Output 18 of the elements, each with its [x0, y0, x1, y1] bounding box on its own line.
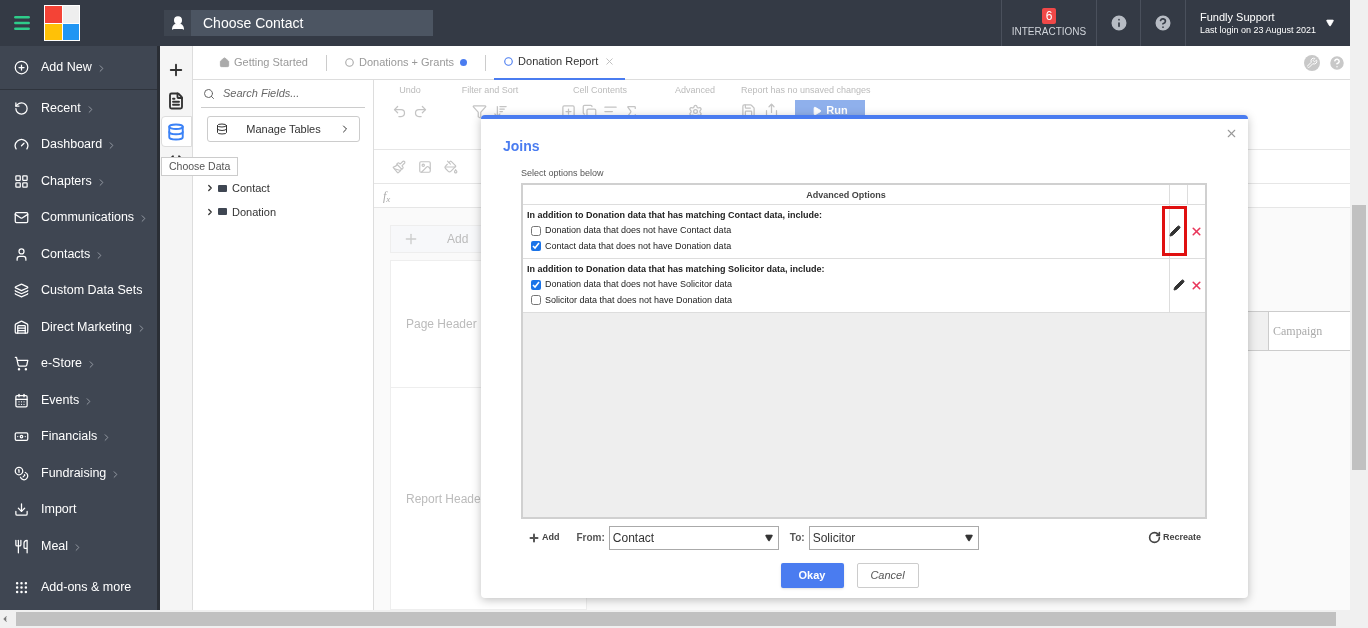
join-heading: In addition to Donation data that has matching Contact data, include:: [527, 208, 823, 222]
formula-label: f$_{x}$: [383, 187, 391, 205]
table-header: Advanced Options: [805, 188, 887, 202]
option-label: Donation data that does not have Contact data: [545, 224, 732, 237]
last-login: Last login on 23 August 2021: [1200, 23, 1317, 37]
toolbar-label: Filter and Sort: [461, 84, 519, 97]
option-label: Contact data that does not have Donation data: [545, 239, 732, 253]
to-label: To:: [789, 531, 805, 545]
toolbar-label: Advanced: [675, 84, 715, 97]
dialog-subtitle: Select options below: [521, 167, 605, 180]
toolbar-label: Cell Contents: [573, 84, 627, 97]
status-text: Report has no unsaved changes: [741, 84, 871, 97]
interactions-count: 6: [1041, 7, 1057, 24]
user-name: Fundly Support: [1200, 9, 1276, 24]
toolbar-label: Undo: [399, 84, 421, 97]
dialog-title: Joins: [503, 137, 541, 156]
column-header: Campaign: [1268, 312, 1350, 350]
tooltip: Choose Data: [161, 157, 239, 176]
